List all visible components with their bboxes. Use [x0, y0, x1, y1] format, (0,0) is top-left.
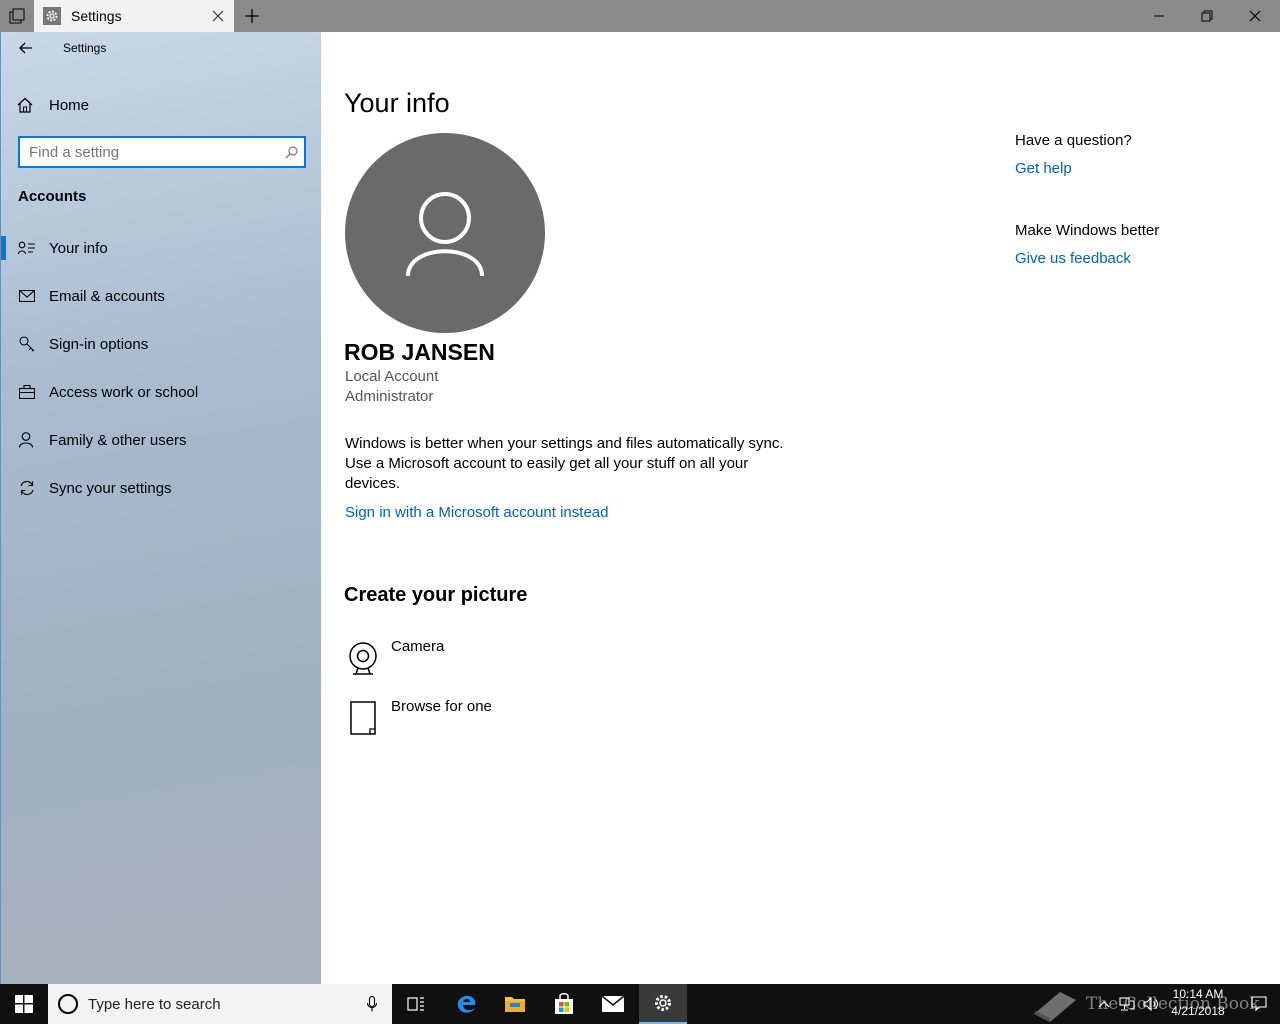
make-windows-better: Make Windows better — [1015, 222, 1160, 239]
minimize-icon — [1154, 15, 1164, 17]
clock[interactable]: 10:14 AM 4/21/2018 — [1160, 986, 1236, 1020]
search-icon[interactable] — [278, 145, 304, 159]
folder-icon — [505, 997, 525, 1012]
title-bar: Settings — [0, 0, 1280, 32]
person-add-icon — [17, 432, 37, 448]
sidebar-item-sign-in-options[interactable]: Sign-in options — [1, 324, 321, 364]
sets-icon — [9, 8, 24, 24]
restore-button[interactable] — [1184, 0, 1230, 32]
store-icon — [555, 993, 573, 1014]
edge-button[interactable] — [443, 984, 491, 1024]
selection-indicator — [1, 236, 6, 260]
taskbar-search[interactable]: Type here to search — [48, 984, 392, 1024]
taskbar: Type here to search The Collection Book … — [0, 984, 1280, 1024]
sidebar-item-home[interactable]: Home — [1, 88, 321, 122]
book-logo-icon — [1034, 992, 1076, 1022]
gear-icon — [43, 7, 61, 25]
settings-tab[interactable]: Settings — [34, 0, 234, 32]
show-hidden-icons-button[interactable] — [1094, 984, 1114, 1024]
close-icon — [212, 10, 224, 22]
home-icon — [17, 97, 37, 113]
sidebar-item-label: Sign-in options — [49, 335, 149, 353]
network-icon — [1119, 997, 1135, 1011]
sidebar-item-label: Family & other users — [49, 431, 187, 449]
camera-label: Camera — [391, 638, 445, 655]
close-window-button[interactable] — [1232, 0, 1278, 32]
sidebar-item-label: Email & accounts — [49, 287, 165, 305]
avatar — [345, 133, 545, 333]
mail-icon — [601, 995, 625, 1012]
get-help-link[interactable]: Get help — [1015, 160, 1265, 177]
clock-time: 10:14 AM — [1172, 987, 1224, 1001]
tab-title: Settings — [71, 8, 122, 24]
notification-icon — [1251, 996, 1267, 1012]
contact-card-icon — [17, 241, 37, 255]
gear-icon — [655, 995, 671, 1011]
mail-icon — [17, 290, 37, 302]
document-icon — [345, 698, 381, 738]
minimize-button[interactable] — [1136, 0, 1182, 32]
help-panel: Have a question? Get help Make Windows b… — [1015, 132, 1265, 267]
volume-button[interactable] — [1140, 984, 1162, 1024]
network-button[interactable] — [1116, 984, 1138, 1024]
sync-message: Windows is better when your settings and… — [345, 435, 784, 492]
sidebar-item-label: Your info — [49, 239, 108, 257]
chevron-up-icon — [1098, 1001, 1110, 1008]
sidebar-item-label: Access work or school — [49, 383, 199, 401]
file-explorer-button[interactable] — [491, 984, 539, 1024]
camera-icon — [345, 638, 381, 678]
mail-button[interactable] — [589, 984, 637, 1024]
camera-option[interactable]: Camera — [345, 638, 565, 688]
clock-date: 4/21/2018 — [1171, 1004, 1225, 1018]
tab-close-button[interactable] — [202, 0, 234, 32]
back-arrow-icon — [19, 42, 32, 54]
speaker-icon — [1143, 997, 1158, 1011]
sidebar-item-access-work[interactable]: Access work or school — [1, 372, 321, 412]
action-center-button[interactable] — [1238, 984, 1280, 1024]
sidebar: Settings Home Accounts Your info Email &… — [0, 32, 321, 984]
key-icon — [17, 336, 37, 352]
windows-logo-icon — [15, 995, 33, 1013]
section-title: Accounts — [18, 188, 87, 205]
sidebar-item-email-accounts[interactable]: Email & accounts — [1, 276, 321, 316]
task-view-icon — [407, 997, 424, 1011]
close-icon — [1249, 10, 1261, 22]
browse-option[interactable]: Browse for one — [345, 698, 565, 748]
sidebar-item-your-info[interactable]: Your info — [1, 228, 321, 268]
settings-taskbar-button[interactable] — [639, 984, 687, 1024]
store-button[interactable] — [540, 984, 588, 1024]
sync-icon — [17, 480, 37, 496]
sidebar-item-sync-settings[interactable]: Sync your settings — [1, 468, 321, 508]
create-picture-title: Create your picture — [344, 584, 528, 606]
briefcase-icon — [17, 385, 37, 399]
plus-icon — [245, 9, 259, 23]
task-view-button[interactable] — [392, 984, 440, 1024]
new-tab-button[interactable] — [236, 0, 268, 32]
sidebar-item-label: Sync your settings — [49, 479, 172, 497]
person-icon — [406, 192, 484, 277]
start-button[interactable] — [0, 984, 48, 1024]
back-button[interactable] — [11, 36, 41, 60]
home-label: Home — [49, 96, 90, 114]
account-type: Local Account — [345, 368, 439, 385]
sets-view-button[interactable] — [0, 0, 33, 32]
microsoft-account-link[interactable]: Sign in with a Microsoft account instead — [345, 504, 608, 521]
taskbar-search-placeholder: Type here to search — [88, 995, 221, 1013]
page-title: Your info — [344, 88, 450, 118]
user-name: ROB JANSEN — [344, 339, 495, 365]
give-feedback-link[interactable]: Give us feedback — [1015, 250, 1265, 267]
main-content: Your info ROB JANSEN Local Account Admin… — [321, 32, 1280, 984]
find-setting-search — [18, 136, 306, 168]
account-role: Administrator — [345, 388, 434, 405]
app-title: Settings — [63, 41, 107, 55]
browse-label: Browse for one — [391, 698, 492, 715]
edge-icon — [457, 995, 476, 1013]
restore-icon — [1201, 10, 1213, 22]
microphone-icon[interactable] — [352, 996, 392, 1012]
find-setting-input[interactable] — [20, 138, 278, 166]
sidebar-item-family-users[interactable]: Family & other users — [1, 420, 321, 460]
help-question: Have a question? — [1015, 132, 1132, 149]
cortana-icon — [58, 994, 78, 1014]
